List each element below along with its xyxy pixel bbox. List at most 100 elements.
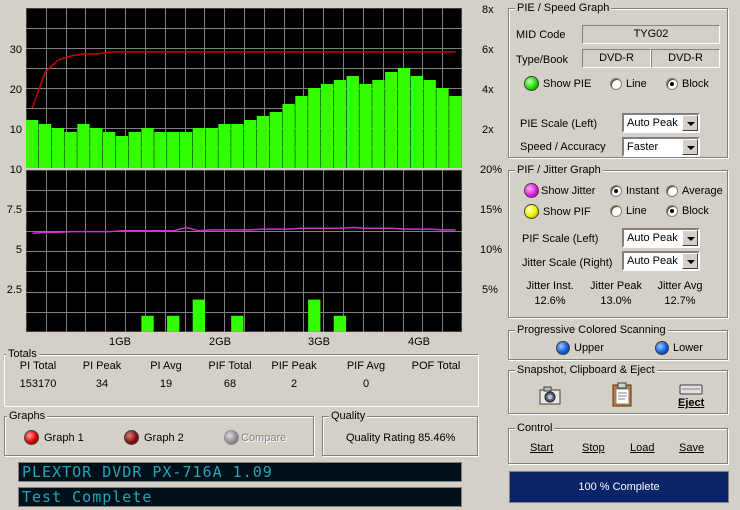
pif-peak-value: 2 — [290, 378, 298, 390]
jitter-peak-value: 13.0% — [600, 295, 632, 307]
jitter-scale-value: Auto Peak — [627, 255, 678, 267]
graph2-toggle[interactable]: Graph 2 — [124, 430, 194, 446]
radio-icon — [610, 78, 622, 90]
chevron-down-icon[interactable] — [682, 139, 698, 155]
mid-code-label: MID Code — [516, 29, 566, 41]
progress-text: 100 % Complete — [578, 481, 660, 493]
pif-jitter-title: PIF / Jitter Graph — [515, 164, 603, 176]
y-tick-left: 30 — [9, 44, 22, 56]
pie-led-icon — [524, 76, 539, 91]
snapshot-button[interactable] — [538, 385, 564, 407]
pie-bar — [51, 128, 64, 168]
compare-label: Compare — [241, 432, 287, 444]
clipboard-icon — [612, 382, 632, 407]
pif-line-radio[interactable]: Line — [610, 205, 660, 219]
pie-bar — [231, 124, 244, 168]
pie-bar — [385, 72, 398, 168]
radio-selected-icon — [610, 185, 622, 197]
pie-bar — [346, 76, 359, 168]
upper-led-icon — [556, 341, 570, 355]
pif-jitter-chart — [26, 170, 462, 332]
upper-toggle[interactable]: Upper — [556, 341, 616, 356]
pif-scale-select[interactable]: Auto Peak — [622, 228, 700, 248]
pif-bar — [333, 315, 347, 332]
pie-bar — [256, 116, 270, 168]
lower-led-icon — [655, 341, 669, 355]
compare-toggle[interactable]: Compare — [224, 430, 304, 446]
show-pie-toggle[interactable]: Show PIE — [524, 76, 604, 92]
graph1-led-icon — [24, 430, 39, 445]
jitter-inst-value: 12.6% — [534, 295, 566, 307]
pif-bar — [192, 299, 206, 332]
pif-total-header: PIF Total — [208, 360, 252, 372]
x-tick-label: 4GB — [407, 336, 430, 348]
pi-peak-header: PI Peak — [82, 360, 122, 372]
upper-label: Upper — [574, 342, 604, 354]
y-tick-left: 5 — [15, 244, 22, 256]
pie-bar — [128, 132, 141, 168]
lower-toggle[interactable]: Lower — [655, 341, 715, 356]
graphs-title: Graphs — [7, 410, 48, 422]
save-button[interactable]: Save — [679, 442, 704, 455]
book-value: DVD-R — [651, 49, 720, 68]
pie-bar — [102, 132, 116, 168]
chevron-down-icon[interactable] — [682, 253, 698, 269]
y-tick-left: 10 — [9, 164, 22, 176]
pi-avg-value: 19 — [159, 378, 173, 390]
pie-bar — [295, 96, 308, 168]
pie-bar — [269, 112, 282, 168]
start-button[interactable]: Start — [530, 442, 553, 455]
chevron-down-icon[interactable] — [682, 230, 698, 246]
jitter-led-icon — [524, 183, 539, 198]
totals-title: Totals — [6, 348, 39, 360]
jitter-average-label: Average — [682, 185, 723, 197]
clipboard-button[interactable] — [610, 382, 636, 408]
pie-line-radio[interactable]: Line — [610, 78, 660, 92]
show-pif-toggle[interactable]: Show PIF — [524, 204, 604, 220]
pi-total-header: PI Total — [19, 360, 57, 372]
pie-bar — [38, 124, 52, 168]
pif-block-label: Block — [682, 205, 709, 217]
pif-line-label: Line — [626, 205, 647, 217]
load-button[interactable]: Load — [630, 442, 654, 455]
quality-rating: Quality Rating 85.46% — [346, 432, 456, 444]
jitter-scale-select[interactable]: Auto Peak — [622, 251, 700, 271]
pie-bar — [282, 104, 295, 168]
scanning-title: Progressive Colored Scanning — [515, 324, 668, 336]
snapshot-title: Snapshot, Clipboard & Eject — [515, 364, 657, 376]
y-tick-right: 15% — [480, 204, 503, 216]
chevron-down-icon[interactable] — [682, 115, 698, 131]
y-tick-right: 10% — [480, 244, 503, 256]
pif-bar — [231, 315, 244, 332]
speed-accuracy-select[interactable]: Faster — [622, 137, 700, 157]
pie-bar — [359, 84, 372, 168]
pie-block-radio[interactable]: Block — [666, 78, 720, 92]
jitter-instant-radio[interactable]: Instant — [610, 185, 662, 199]
pie-scale-select[interactable]: Auto Peak — [622, 113, 700, 133]
pif-block-radio[interactable]: Block — [666, 205, 720, 219]
compare-led-icon — [224, 430, 239, 445]
pie-bar — [423, 80, 436, 168]
pie-bar — [154, 132, 167, 168]
y-tick-left: 2.5 — [6, 284, 22, 296]
stop-button[interactable]: Stop — [582, 442, 605, 455]
pif-avg-header: PIF Avg — [346, 360, 386, 372]
graph1-toggle[interactable]: Graph 1 — [24, 430, 94, 446]
progress-bar: 100 % Complete — [509, 471, 729, 503]
pif-avg-value: 0 — [362, 378, 370, 390]
type-value: DVD-R — [582, 49, 651, 68]
jitter-average-radio[interactable]: Average — [666, 185, 726, 199]
x-tick-label: 2GB — [208, 336, 231, 348]
x-tick-label: 3GB — [307, 336, 330, 348]
show-pie-label: Show PIE — [543, 78, 592, 90]
pie-block-label: Block — [682, 78, 709, 90]
show-pif-label: Show PIF — [543, 206, 591, 218]
show-jitter-toggle[interactable]: Show Jitter — [524, 183, 606, 199]
status-message-display: Test Complete — [18, 487, 462, 507]
pif-scale-label: PIF Scale (Left) — [522, 233, 599, 245]
eject-button[interactable]: Eject — [676, 384, 708, 410]
type-book-label: Type/Book — [516, 54, 568, 66]
pie-bar — [192, 128, 206, 168]
pie-bar — [333, 80, 347, 168]
pie-bar — [90, 128, 103, 168]
